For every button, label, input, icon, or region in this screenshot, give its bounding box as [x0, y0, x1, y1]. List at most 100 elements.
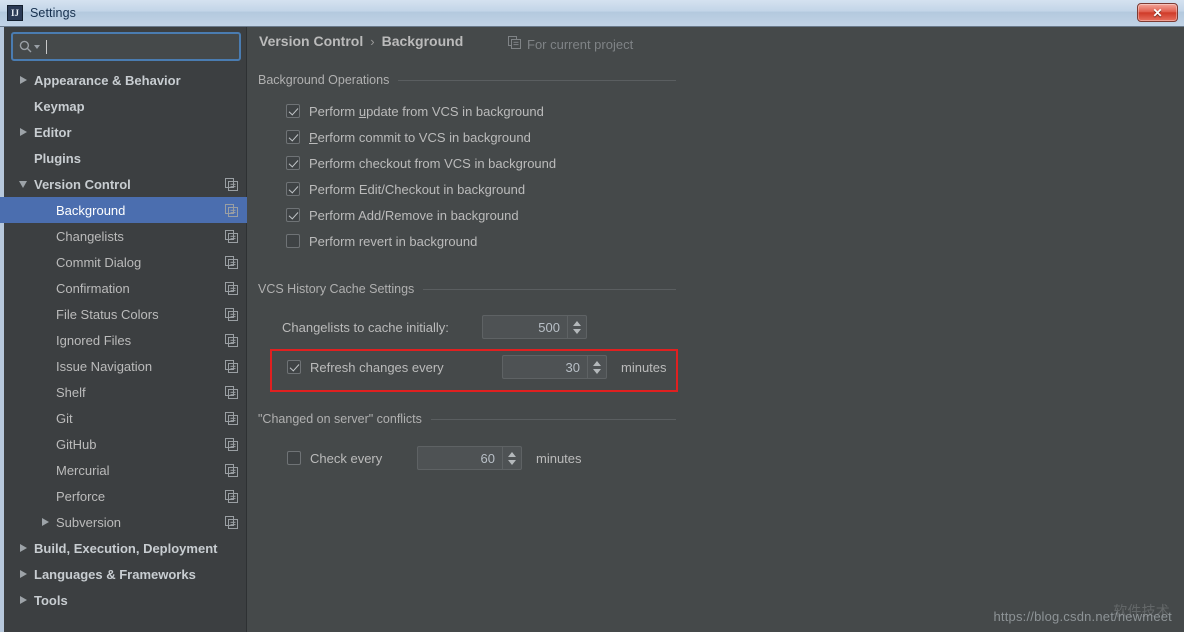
settings-tree[interactable]: Appearance & Behavior Keymap Editor Plugins… — [0, 67, 247, 613]
search-box[interactable] — [11, 32, 241, 61]
changelists-to-cache-value[interactable]: 500 — [483, 316, 567, 338]
sidebar-item-issue-navigation[interactable]: Issue Navigation — [0, 353, 247, 379]
option-label-mnemonic: u — [358, 103, 367, 119]
sidebar-item-plugins[interactable]: Plugins — [0, 145, 247, 171]
chevron-up-icon[interactable] — [573, 320, 581, 326]
sidebar-item-background[interactable]: Background — [0, 197, 247, 223]
sidebar-item-label: Shelf — [56, 384, 86, 400]
search-input[interactable] — [52, 39, 239, 54]
copy-icon — [225, 360, 238, 376]
option-label: Perform update from VCS in background — [309, 104, 544, 119]
chevron-right-icon[interactable] — [16, 561, 30, 587]
background-option-row[interactable]: Perform update from VCS in background — [286, 101, 544, 121]
chevron-right-icon[interactable] — [16, 119, 30, 145]
sidebar-item-build-execution-deployment[interactable]: Build, Execution, Deployment — [0, 535, 247, 561]
chevron-down-icon[interactable] — [573, 328, 581, 334]
background-option-row[interactable]: Perform Add/Remove in background — [286, 205, 519, 225]
option-label-post: pdate from VCS in background — [366, 103, 544, 119]
sidebar-item-changelists[interactable]: Changelists — [0, 223, 247, 249]
breadcrumb-separator: › — [370, 33, 375, 49]
stepper-buttons[interactable] — [567, 316, 586, 338]
background-option-row[interactable]: Perform checkout from VCS in background — [286, 153, 556, 173]
sidebar-item-label: Tools — [34, 592, 68, 608]
changelists-to-cache-stepper[interactable]: 500 — [482, 315, 587, 339]
sidebar-item-github[interactable]: GitHub — [0, 431, 247, 457]
sidebar-item-subversion[interactable]: Subversion — [0, 509, 247, 535]
section-vcs-history-cache: VCS History Cache Settings — [258, 282, 676, 296]
sidebar-item-version-control[interactable]: Version Control — [0, 171, 247, 197]
stepper-buttons[interactable] — [502, 447, 521, 469]
sidebar-item-editor[interactable]: Editor — [0, 119, 247, 145]
sidebar-item-keymap[interactable]: Keymap — [0, 93, 247, 119]
check-every-value[interactable]: 60 — [418, 447, 502, 469]
changelists-to-cache-row: Changelists to cache initially: 500 — [282, 315, 587, 339]
refresh-changes-value[interactable]: 30 — [503, 356, 587, 378]
sidebar-item-commit-dialog[interactable]: Commit Dialog — [0, 249, 247, 275]
background-option-row[interactable]: Perform Edit/Checkout in background — [286, 179, 525, 199]
chevron-right-icon[interactable] — [16, 67, 30, 93]
settings-content-panel: Version Control › Background For current… — [248, 27, 1184, 632]
sidebar-item-label: Appearance & Behavior — [34, 72, 181, 88]
chevron-up-icon[interactable] — [508, 451, 516, 457]
background-option-row[interactable]: Perform revert in background — [286, 231, 477, 251]
chevron-down-icon[interactable] — [593, 368, 601, 374]
changelists-to-cache-label: Changelists to cache initially: — [282, 319, 449, 335]
check-every-unit: minutes — [536, 450, 582, 466]
sidebar-item-label: Languages & Frameworks — [34, 566, 196, 582]
sidebar-item-confirmation[interactable]: Confirmation — [0, 275, 247, 301]
settings-sidebar: Appearance & Behavior Keymap Editor Plugins… — [0, 27, 247, 632]
sidebar-item-mercurial[interactable]: Mercurial — [0, 457, 247, 483]
option-label-mnemonic: P — [309, 129, 318, 145]
sidebar-item-languages-frameworks[interactable]: Languages & Frameworks — [0, 561, 247, 587]
search-icon — [19, 40, 32, 53]
copy-icon — [225, 490, 238, 506]
sidebar-item-perforce[interactable]: Perforce — [0, 483, 247, 509]
chevron-right-icon[interactable] — [38, 509, 52, 535]
option-checkbox[interactable] — [286, 182, 300, 196]
chevron-right-icon[interactable] — [16, 587, 30, 613]
chevron-down-icon[interactable] — [508, 459, 516, 465]
refresh-changes-stepper[interactable]: 30 — [502, 355, 607, 379]
sidebar-item-ignored-files[interactable]: Ignored Files — [0, 327, 247, 353]
breadcrumb: Version Control › Background — [259, 33, 463, 49]
app-icon: IJ — [7, 5, 23, 21]
copy-icon — [225, 178, 238, 194]
background-option-row[interactable]: Perform commit to VCS in background — [286, 127, 531, 147]
check-every-checkbox[interactable] — [287, 451, 301, 465]
section-title: VCS History Cache Settings — [258, 282, 415, 296]
sidebar-item-label: Changelists — [56, 228, 124, 244]
option-checkbox[interactable] — [286, 234, 300, 248]
option-checkbox[interactable] — [286, 130, 300, 144]
section-changed-on-server: "Changed on server" conflicts — [258, 412, 676, 426]
sidebar-item-git[interactable]: Git — [0, 405, 247, 431]
stepper-buttons[interactable] — [587, 356, 606, 378]
sidebar-item-file-status-colors[interactable]: File Status Colors — [0, 301, 247, 327]
sidebar-item-label: Keymap — [34, 98, 85, 114]
breadcrumb-parent[interactable]: Version Control — [259, 33, 363, 49]
sidebar-item-label: Editor — [34, 124, 72, 140]
option-label: Perform Edit/Checkout in background — [309, 181, 526, 197]
option-label: Perform revert in background — [309, 233, 478, 249]
refresh-changes-row: Refresh changes every 30 minutes — [287, 355, 667, 379]
watermark: https://blog.csdn.net/newmeet 软件技术 — [993, 603, 1172, 624]
option-checkbox[interactable] — [286, 208, 300, 222]
option-checkbox[interactable] — [286, 104, 300, 118]
section-title: Background Operations — [258, 73, 390, 87]
sidebar-item-appearance-behavior[interactable]: Appearance & Behavior — [0, 67, 247, 93]
copy-icon — [225, 230, 238, 246]
chevron-up-icon[interactable] — [593, 360, 601, 366]
sidebar-item-tools[interactable]: Tools — [0, 587, 247, 613]
option-checkbox[interactable] — [286, 156, 300, 170]
chevron-down-icon[interactable] — [16, 171, 30, 197]
watermark-overlay: 软件技术 — [1113, 603, 1170, 619]
sidebar-item-label: Ignored Files — [56, 332, 132, 348]
refresh-changes-checkbox[interactable] — [287, 360, 301, 374]
copy-icon — [225, 516, 238, 532]
close-icon[interactable]: ✕ — [1137, 3, 1178, 22]
check-every-stepper[interactable]: 60 — [417, 446, 522, 470]
sidebar-item-shelf[interactable]: Shelf — [0, 379, 247, 405]
sidebar-item-label: Build, Execution, Deployment — [34, 540, 218, 556]
chevron-right-icon[interactable] — [16, 535, 30, 561]
chevron-down-icon[interactable] — [34, 44, 40, 49]
check-every-row: Check every 60 minutes — [287, 446, 582, 470]
